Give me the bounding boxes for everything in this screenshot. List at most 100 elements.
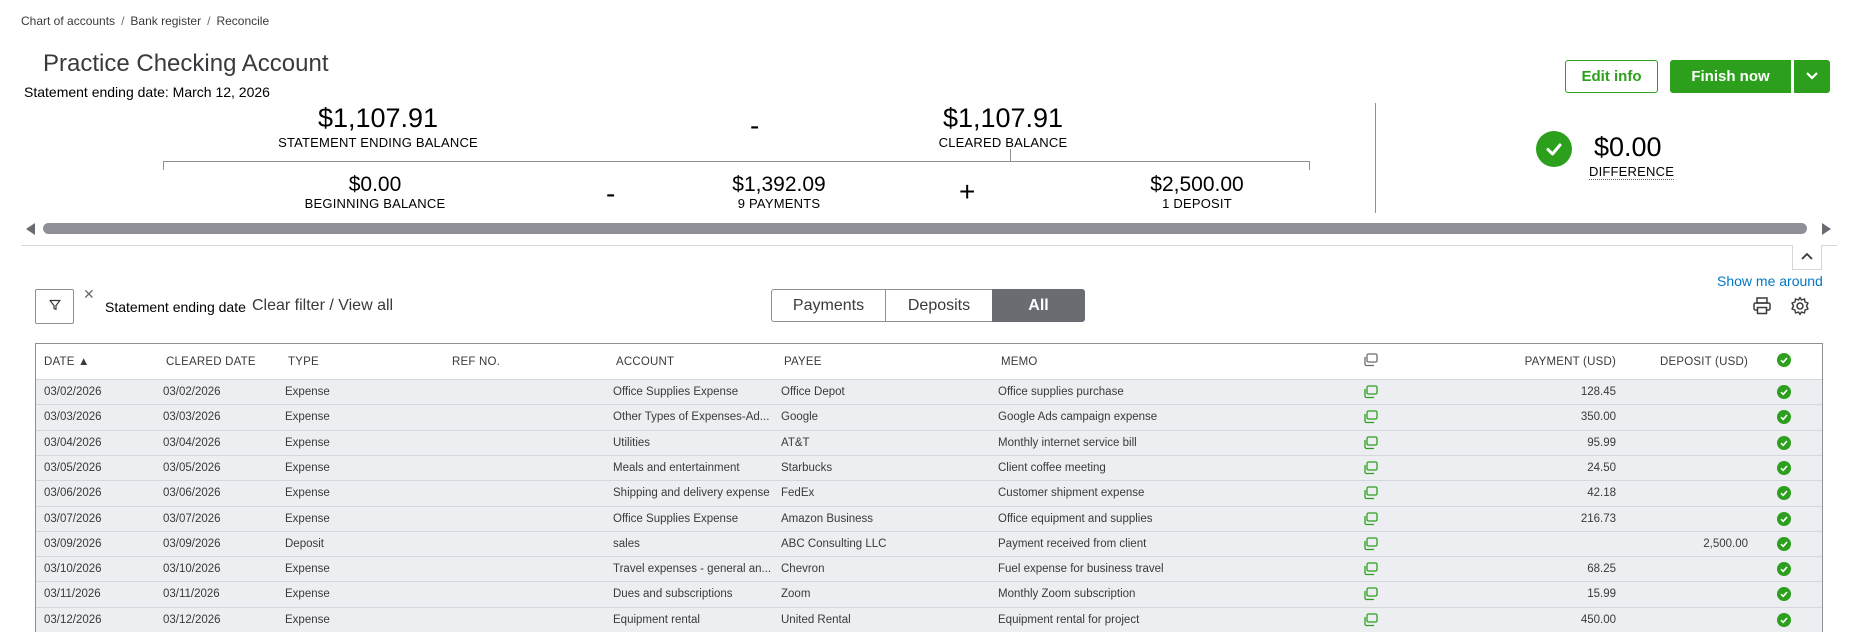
scroll-left-arrow-icon[interactable] [26,222,36,240]
column-header-payment[interactable]: PAYMENT (USD) [1466,356,1616,368]
table-row[interactable]: 03/10/2026 03/10/2026 Expense Travel exp… [36,556,1822,583]
attachment-icon[interactable] [1363,587,1379,606]
cell-memo: Google Ads campaign expense [998,411,1158,424]
column-header-payee[interactable]: PAYEE [784,356,822,368]
segment-deposits[interactable]: Deposits [885,289,993,322]
cleared-balance-label: CLEARED BALANCE [938,135,1068,150]
filter-funnel-icon [48,298,61,316]
clear-filter-close-icon[interactable]: ✕ [83,286,95,303]
cell-account: sales [613,537,640,550]
finish-now-button[interactable]: Finish now [1670,60,1791,93]
summary-divider [1375,103,1376,213]
statement-ending-balance-amount: $1,107.91 [317,103,439,133]
cleared-check-icon[interactable] [1777,385,1791,399]
column-header-type[interactable]: TYPE [288,356,319,368]
table-row[interactable]: 03/04/2026 03/04/2026 Expense Utilities … [36,429,1822,456]
attachment-icon[interactable] [1363,410,1379,429]
column-header-ref-no[interactable]: REF NO. [452,356,500,368]
cell-payment: 24.50 [1587,461,1616,474]
breadcrumb-chart-of-accounts[interactable]: Chart of accounts [21,14,115,28]
attachment-icon[interactable] [1363,537,1379,556]
cell-cleared-date: 03/02/2026 [163,386,221,398]
cleared-check-icon[interactable] [1777,486,1791,501]
attachment-icon[interactable] [1363,486,1379,505]
attachment-header-icon [1363,353,1379,370]
table-row[interactable]: 03/11/2026 03/11/2026 Expense Dues and s… [36,581,1822,608]
table-row[interactable]: 03/12/2026 03/12/2026 Expense Equipment … [36,606,1822,632]
filter-button[interactable] [35,289,74,324]
cleared-check-icon[interactable] [1777,612,1791,627]
cleared-check-icon[interactable] [1777,410,1791,425]
cell-memo: Monthly Zoom subscription [998,588,1136,601]
clear-filter-link[interactable]: Clear filter / View all [252,297,393,315]
cell-payment: 95.99 [1587,436,1616,449]
cell-payee: Zoom [781,588,811,601]
segment-all[interactable]: All [992,289,1085,322]
attachment-icon[interactable] [1363,511,1379,531]
cleared-check-icon[interactable] [1777,536,1791,551]
cell-date: 03/07/2026 [44,512,102,525]
cell-payee: Starbucks [781,461,833,474]
select-all-check-icon[interactable] [1777,353,1791,367]
cell-account: Office Supplies Expense [613,512,739,525]
cleared-check-icon[interactable] [1777,511,1791,526]
cell-cleared-date: 03/05/2026 [163,461,221,474]
cleared-balance-amount: $1,107.91 [942,103,1064,133]
cell-payment: 216.73 [1580,512,1616,525]
print-icon[interactable] [1752,296,1772,321]
gear-icon[interactable] [1790,296,1810,321]
difference-amount: $0.00 [1594,132,1662,162]
cell-type: Expense [285,461,330,474]
cell-type: Deposit [285,537,324,550]
difference-label[interactable]: DIFFERENCE [1589,164,1675,180]
edit-info-button[interactable]: Edit info [1565,60,1658,93]
breadcrumb-separator: / [207,14,211,28]
cell-account: Meals and entertainment [613,461,740,474]
cell-payee: Google [781,411,819,424]
cell-payment: 350.00 [1580,411,1616,424]
table-row[interactable]: 03/05/2026 03/05/2026 Expense Meals and … [36,454,1822,481]
column-header-deposit[interactable]: DEPOSIT (USD) [1636,356,1748,368]
cell-cleared-date: 03/03/2026 [163,411,221,424]
table-row[interactable]: 03/07/2026 03/07/2026 Expense Office Sup… [36,505,1822,532]
cleared-check-icon[interactable] [1777,587,1791,602]
cell-date: 03/05/2026 [44,461,102,474]
beginning-balance-amount: $0.00 [348,173,402,196]
cleared-check-icon[interactable] [1777,562,1791,577]
cell-account: Dues and subscriptions [613,588,733,601]
cell-account: Other Types of Expenses-Ad... [613,411,770,424]
breadcrumb-bank-register[interactable]: Bank register [130,14,201,28]
cell-type: Expense [285,613,330,626]
scroll-right-arrow-icon[interactable] [1821,222,1831,240]
table-row[interactable]: 03/06/2026 03/06/2026 Expense Shipping a… [36,480,1822,507]
column-header-date[interactable]: DATE ▲ [44,356,90,368]
attachment-icon[interactable] [1363,461,1379,480]
cell-memo: Equipment rental for project [998,613,1140,626]
segment-payments[interactable]: Payments [771,289,886,322]
deposits-count-label: 1 DEPOSIT [1162,196,1232,211]
cell-payee: ABC Consulting LLC [781,537,887,550]
table-row[interactable]: 03/09/2026 03/09/2026 Deposit sales ABC … [36,530,1822,557]
cell-payment: 42.18 [1587,487,1616,500]
finish-options-button[interactable] [1794,60,1830,93]
breadcrumb-separator: / [121,14,125,28]
collapse-summary-button[interactable] [1792,245,1822,270]
attachment-icon[interactable] [1363,562,1379,581]
column-header-account[interactable]: ACCOUNT [616,356,674,368]
attachment-icon[interactable] [1363,385,1379,404]
cell-type: Expense [285,563,330,576]
cell-type: Expense [285,512,330,525]
cell-date: 03/02/2026 [44,386,102,398]
show-me-around-link[interactable]: Show me around [1717,273,1823,289]
attachment-icon[interactable] [1363,613,1379,632]
table-row[interactable]: 03/03/2026 03/03/2026 Expense Other Type… [36,404,1822,431]
column-header-cleared-date[interactable]: CLEARED DATE [166,356,256,368]
column-header-memo[interactable]: MEMO [1001,356,1038,368]
attachment-icon[interactable] [1363,435,1379,455]
cell-payee: Chevron [781,563,825,576]
table-row[interactable]: 03/02/2026 03/02/2026 Expense Office Sup… [36,379,1822,405]
cleared-check-icon[interactable] [1777,460,1791,475]
cleared-check-icon[interactable] [1777,435,1791,450]
chevron-up-icon [1800,248,1814,266]
horizontal-scrollbar[interactable] [43,223,1807,234]
